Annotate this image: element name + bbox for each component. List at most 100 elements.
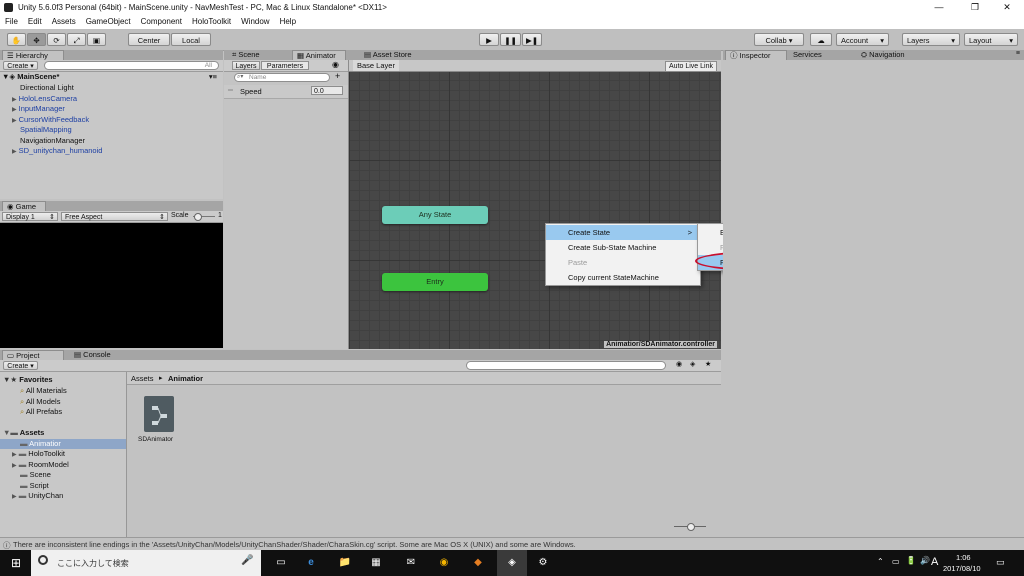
parameter-value-field[interactable]: 0.0 [311, 86, 343, 95]
aspect-dropdown[interactable]: Free Aspect ⇕ [61, 212, 168, 221]
pivot-center-button[interactable]: Center [128, 33, 170, 46]
drag-handle-icon[interactable]: ═ [228, 87, 233, 94]
menu-window[interactable]: Window [236, 15, 274, 29]
tab-asset-store[interactable]: ▤ Asset Store [360, 50, 430, 60]
add-parameter-button[interactable]: + [335, 71, 340, 81]
list-item[interactable]: Directional Light [12, 83, 74, 94]
tab-layers[interactable]: Layers [232, 61, 260, 70]
scale-tool-button[interactable]: ⤢ [67, 33, 86, 46]
collab-dropdown[interactable]: Collab ▾ [754, 33, 804, 46]
icon-size-slider-handle[interactable] [687, 523, 695, 531]
volume-icon[interactable]: 🔊 [920, 556, 930, 565]
layers-dropdown[interactable]: Layers ▾ [902, 33, 960, 46]
clock-date[interactable]: 2017/08/10 [943, 564, 981, 573]
hierarchy-create-button[interactable]: Create ▾ [3, 61, 38, 70]
tab-inspector[interactable]: ⓘ Inspector [725, 50, 787, 60]
pause-button[interactable]: ❚❚ [500, 33, 521, 46]
tab-hierarchy[interactable]: ☰ Hierarchy [2, 50, 64, 60]
tab-project[interactable]: ▭ Project [2, 350, 64, 360]
list-item[interactable]: ▶ ▬ UnityChan [12, 491, 63, 502]
mail-icon[interactable]: ✉ [403, 555, 419, 571]
tray-display-icon[interactable]: ▭ [892, 557, 900, 566]
tab-game[interactable]: ◉ Game [2, 201, 46, 211]
account-dropdown[interactable]: Account ▾ [836, 33, 889, 46]
list-item[interactable]: ▬ Animatior [0, 438, 126, 449]
favorite-star-icon[interactable]: ★ [705, 360, 711, 368]
clock-time[interactable]: 1:06 [956, 553, 971, 562]
breadcrumb-assets[interactable]: Assets [131, 374, 154, 383]
menu-edit[interactable]: Edit [23, 15, 47, 29]
project-create-button[interactable]: Create ▾ [3, 361, 38, 370]
settings-app-icon[interactable]: ⚙ [535, 555, 551, 571]
list-item[interactable]: NavigationManager [12, 136, 85, 147]
tab-services[interactable]: Services [789, 50, 837, 60]
panel-options-icon[interactable]: ≡ [1016, 50, 1020, 57]
space-local-button[interactable]: Local [171, 33, 211, 46]
favorites-row[interactable]: ▼★ Favorites [3, 375, 53, 386]
tab-scene[interactable]: ⌗ Scene [228, 50, 288, 60]
list-item[interactable]: ⌕ All Materials [20, 386, 67, 397]
tray-chevron-icon[interactable]: ⌃ [877, 557, 884, 566]
parameter-search-input[interactable]: Name [234, 73, 330, 82]
menu-file[interactable]: File [0, 15, 23, 29]
menu-item-copy-state-machine[interactable]: Copy current StateMachine [546, 270, 700, 285]
list-item[interactable]: ▬ Scene [20, 470, 51, 481]
chrome-icon[interactable]: ◉ [436, 555, 452, 571]
list-item[interactable]: ⌕ All Prefabs [20, 407, 62, 418]
status-message[interactable]: There are inconsistent line endings in t… [13, 540, 576, 549]
list-item[interactable]: SpatialMapping [12, 125, 72, 136]
assets-row[interactable]: ▼▬ Assets [3, 428, 44, 439]
task-view-icon[interactable]: ▭ [273, 555, 289, 571]
rect-tool-button[interactable]: ▣ [87, 33, 106, 46]
tab-navigation[interactable]: ⛭ Navigation [857, 50, 927, 60]
menu-gameobject[interactable]: GameObject [81, 15, 136, 29]
unity-taskbar-button[interactable]: ◈ [497, 550, 527, 576]
menu-help[interactable]: Help [275, 15, 301, 29]
menu-component[interactable]: Component [136, 15, 187, 29]
layout-dropdown[interactable]: Layout ▾ [964, 33, 1018, 46]
base-layer-breadcrumb[interactable]: Base Layer [353, 60, 399, 71]
list-item[interactable]: ⌕ All Models [20, 397, 60, 408]
move-tool-button[interactable]: ✥ [27, 33, 46, 46]
menu-item-create-sub-state-machine[interactable]: Create Sub-State Machine [546, 240, 700, 255]
menu-assets[interactable]: Assets [47, 15, 81, 29]
list-item[interactable]: ▶ InputManager [12, 104, 65, 115]
app-icon[interactable]: ◆ [470, 555, 486, 571]
tab-console[interactable]: ▤ Console [70, 350, 120, 360]
list-item[interactable]: ▬ Script [20, 481, 49, 492]
close-button[interactable]: ✕ [990, 0, 1024, 15]
auto-live-link-toggle[interactable]: Auto Live Link [665, 61, 717, 72]
store-icon[interactable]: ▦ [368, 555, 384, 571]
hierarchy-search-input[interactable]: All [44, 61, 219, 70]
game-view[interactable] [0, 223, 223, 348]
tab-parameters[interactable]: Parameters [261, 61, 309, 70]
scale-slider-handle[interactable] [194, 213, 202, 221]
list-item[interactable]: ▶ CursorWithFeedback [12, 115, 89, 126]
notification-icon[interactable]: ▭ [996, 557, 1005, 568]
eye-icon[interactable]: ◉ [332, 60, 339, 69]
filter-by-label-icon[interactable]: ◈ [690, 360, 695, 368]
any-state-node[interactable]: Any State [382, 206, 488, 224]
asset-file-name[interactable]: SDAnimator [138, 436, 173, 443]
menu-item-create-state[interactable]: Create State > [546, 225, 700, 240]
scene-options-icon[interactable]: ▾≡ [209, 72, 217, 83]
edge-browser-icon[interactable]: e [303, 555, 319, 571]
project-search-input[interactable] [466, 361, 666, 370]
scene-row[interactable]: ▼◈ MainScene* [2, 72, 59, 83]
play-button[interactable]: ▶ [479, 33, 499, 46]
file-explorer-icon[interactable]: 📁 [337, 555, 353, 571]
filter-by-type-icon[interactable]: ◉ [676, 360, 682, 368]
microphone-icon[interactable]: 🎤 [241, 555, 253, 566]
taskbar-search-box[interactable]: ここに入力して検索 🎤 [31, 550, 261, 576]
list-item[interactable]: ▶ HoloLensCamera [12, 94, 77, 105]
entry-node[interactable]: Entry [382, 273, 488, 291]
list-item[interactable]: ▶ ▬ RoomModel [12, 460, 69, 471]
display-dropdown[interactable]: Display 1 ⇕ [2, 212, 58, 221]
animator-controller-icon[interactable] [144, 396, 174, 432]
cloud-icon[interactable]: ☁ [810, 33, 832, 46]
minimize-button[interactable]: — [922, 0, 956, 15]
hand-tool-button[interactable]: ✋ [7, 33, 26, 46]
step-button[interactable]: ▶❚ [522, 33, 542, 46]
ime-indicator[interactable]: A [931, 556, 938, 568]
animator-graph[interactable]: Base Layer Auto Live Link Any State Entr… [349, 60, 721, 349]
